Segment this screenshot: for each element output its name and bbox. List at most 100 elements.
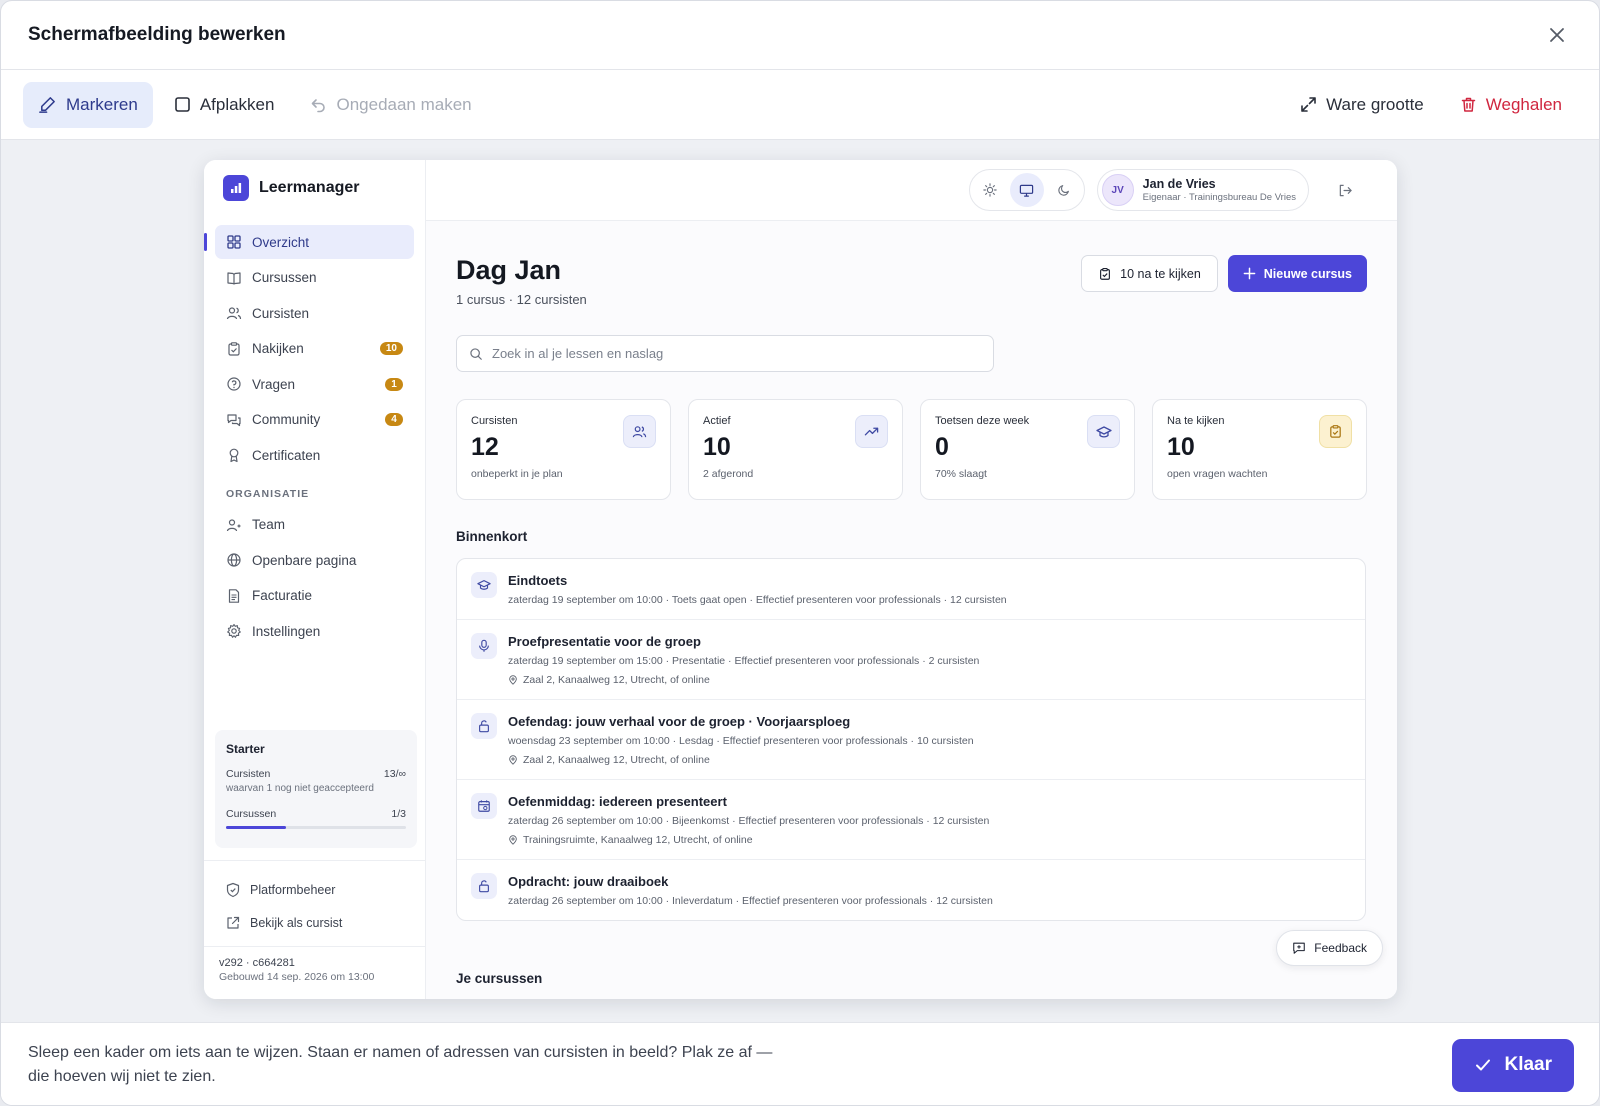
user-menu[interactable]: JV Jan de Vries Eigenaar · Trainingsbure… [1096, 169, 1309, 211]
new-course-button[interactable]: Nieuwe cursus [1227, 255, 1367, 292]
done-button[interactable]: Klaar [1452, 1038, 1574, 1092]
unlock-icon [471, 873, 497, 899]
globe-icon [227, 553, 241, 567]
pin-icon [509, 755, 517, 765]
list-item-title: Proefpresentatie voor de groep [508, 634, 701, 649]
clipboard-icon [228, 341, 240, 356]
close-button[interactable] [1542, 20, 1572, 50]
plan-courses-progress [226, 826, 406, 829]
dashboard-content: Dag Jan 1 cursus · 12 cursisten 10 na te… [426, 221, 1397, 921]
list-item[interactable]: Eindtoets zaterdag 19 september om 10:00… [457, 559, 1365, 620]
edit-screenshot-modal: Schermafbeelding bewerken Markeren Afpla… [0, 0, 1600, 1106]
remove-button[interactable]: Weghalen [1445, 82, 1577, 128]
mark-tool-label: Markeren [66, 94, 138, 114]
sidebar-item-instellingen[interactable]: Instellingen [215, 614, 414, 648]
list-item[interactable]: Proefpresentatie voor de groep zaterdag … [457, 620, 1365, 700]
sidebar-item-cursisten[interactable]: Cursisten [215, 296, 414, 330]
version-info: v292 · c664281 Gebouwd 14 sep. 2026 om 1… [204, 946, 428, 993]
list-item-title: Oefendag: jouw verhaal voor de groep · V… [508, 714, 851, 729]
screenshot-canvas[interactable]: Leermanager Overzicht Cursussen Cursiste… [1, 140, 1599, 1022]
actual-size-button[interactable]: Ware grootte [1285, 82, 1439, 128]
sidebar-item-certificaten[interactable]: Certificaten [215, 438, 414, 472]
build-date: Gebouwd 14 sep. 2026 om 13:00 [219, 971, 375, 983]
stat-sub: 70% slaagt [935, 468, 987, 480]
main-nav: Overzicht Cursussen Cursisten Nakijken 1… [204, 215, 425, 660]
app-brand: Leermanager [204, 160, 425, 215]
plan-students-row: Cursisten 13/∞ [226, 768, 406, 780]
list-item[interactable]: Opdracht: jouw draaiboek zaterdag 26 sep… [457, 860, 1365, 920]
search-icon [470, 347, 482, 360]
graduation-icon [1087, 415, 1120, 448]
logo-icon [223, 174, 249, 201]
sidebar-item-overzicht[interactable]: Overzicht [204, 225, 414, 259]
list-item-meta: zaterdag 26 september om 10:00 · Bijeenk… [508, 815, 990, 827]
sidebar-item-openbare-pagina[interactable]: Openbare pagina [215, 543, 414, 577]
sidebar-item-community[interactable]: Community 4 [215, 403, 414, 437]
check-icon [1476, 1059, 1491, 1071]
platform-admin-link[interactable]: Platformbeheer [215, 873, 417, 906]
theme-system-button[interactable] [1009, 173, 1044, 207]
sidebar-item-cursussen[interactable]: Cursussen [215, 261, 414, 295]
app-sidebar: Leermanager Overzicht Cursussen Cursiste… [204, 160, 428, 999]
list-item[interactable]: Oefendag: jouw verhaal voor de groep · V… [457, 700, 1365, 780]
stat-card-toetsen[interactable]: Toetsen deze week 0 70% slaagt [920, 399, 1135, 500]
stat-card-actief[interactable]: Actief 10 2 afgerond [688, 399, 903, 500]
theme-dark-button[interactable] [1047, 173, 1081, 207]
list-item-meta: woensdag 23 september om 10:00 · Lesdag … [508, 735, 974, 747]
list-item[interactable]: Oefenmiddag: iedereen presenteert zaterd… [457, 780, 1365, 860]
sidebar-item-label: Openbare pagina [252, 552, 357, 568]
list-item-meta: zaterdag 26 september om 10:00 · Inlever… [508, 895, 993, 907]
done-label: Klaar [1504, 1054, 1552, 1075]
list-item-title: Oefenmiddag: iedereen presenteert [508, 794, 727, 809]
modal-title: Schermafbeelding bewerken [28, 24, 286, 45]
help-icon [227, 377, 241, 391]
undo-icon [312, 99, 326, 113]
calendar-icon [471, 793, 497, 819]
users-icon [226, 307, 242, 320]
version-hash: v292 · c664281 [219, 957, 295, 969]
sidebar-item-label: Nakijken [252, 341, 304, 356]
mark-tool-button[interactable]: Markeren [23, 81, 153, 128]
monitor-icon [1019, 184, 1034, 197]
search-input[interactable] [492, 346, 981, 361]
user-name: Jan de Vries [1142, 177, 1216, 191]
undo-button[interactable]: Ongedaan maken [295, 82, 486, 128]
user-role: Eigenaar · Trainingsbureau De Vries [1142, 192, 1296, 203]
review-button-label: 10 na te kijken [1120, 266, 1201, 281]
pin-icon [509, 835, 517, 845]
list-item-title: Eindtoets [508, 573, 568, 588]
location-text: Trainingsruimte, Kanaalweg 12, Utrecht, … [523, 834, 753, 846]
avatar: JV [1101, 174, 1134, 206]
sidebar-item-vragen[interactable]: Vragen 1 [215, 367, 414, 401]
platform-admin-label: Platformbeheer [250, 882, 336, 897]
feedback-button[interactable]: Feedback [1276, 930, 1383, 966]
logout-button[interactable] [1329, 174, 1361, 206]
stat-card-na-te-kijken[interactable]: Na te kijken 10 open vragen wachten [1152, 399, 1367, 500]
redact-tool-button[interactable]: Afplakken [159, 82, 290, 128]
stat-sub: onbeperkt in je plan [471, 468, 563, 480]
grid-icon [227, 235, 241, 249]
theme-switcher [968, 169, 1085, 211]
feedback-label: Feedback [1314, 941, 1367, 955]
stat-card-cursisten[interactable]: Cursisten 12 onbeperkt in je plan [456, 399, 671, 500]
location-text: Zaal 2, Kanaalweg 12, Utrecht, of online [523, 754, 710, 766]
list-item-meta: zaterdag 19 september om 15:00 · Present… [508, 655, 980, 667]
new-course-label: Nieuwe cursus [1263, 266, 1352, 281]
sidebar-item-nakijken[interactable]: Nakijken 10 [215, 332, 414, 366]
review-button[interactable]: 10 na te kijken [1081, 255, 1218, 292]
plan-courses-progress-fill [226, 826, 286, 829]
square-icon [175, 97, 190, 112]
view-as-student-link[interactable]: Bekijk als cursist [215, 906, 417, 939]
editor-hint: Sleep een kader om iets aan te wijzen. S… [28, 1044, 773, 1085]
search-box [456, 335, 994, 372]
plan-students-label: Cursisten [226, 768, 271, 780]
theme-light-button[interactable] [973, 173, 1007, 207]
app-topbar: JV Jan de Vries Eigenaar · Trainingsbure… [426, 160, 1397, 221]
clipboard-icon [1319, 415, 1352, 448]
location-text: Zaal 2, Kanaalweg 12, Utrecht, of online [523, 674, 710, 686]
list-item-location: Zaal 2, Kanaalweg 12, Utrecht, of online [508, 674, 979, 686]
sidebar-item-team[interactable]: Team [215, 508, 414, 542]
plus-icon [1243, 267, 1256, 280]
sidebar-item-facturatie[interactable]: Facturatie [215, 579, 414, 613]
list-item-meta: zaterdag 19 september om 10:00 · Toets g… [508, 594, 1007, 606]
